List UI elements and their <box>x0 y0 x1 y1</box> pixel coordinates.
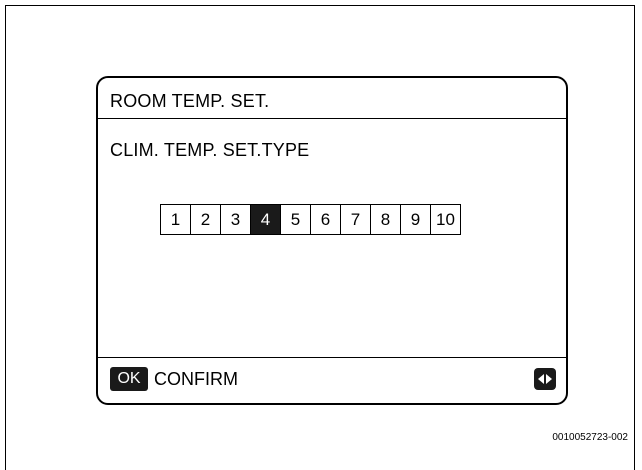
setting-label: CLIM. TEMP. SET.TYPE <box>110 140 310 160</box>
confirm-label: CONFIRM <box>154 369 238 389</box>
option-4[interactable]: 4 <box>250 204 281 235</box>
option-3[interactable]: 3 <box>220 204 251 235</box>
option-5[interactable]: 5 <box>280 204 311 235</box>
option-10[interactable]: 10 <box>430 204 461 235</box>
figure-reference-code: 0010052723-002 <box>552 432 628 443</box>
footer-divider <box>98 357 566 358</box>
left-right-arrows-icon[interactable] <box>534 368 556 390</box>
screen-title: ROOM TEMP. SET. <box>110 91 270 111</box>
option-6[interactable]: 6 <box>310 204 341 235</box>
option-2[interactable]: 2 <box>190 204 221 235</box>
controller-display: ROOM TEMP. SET. CLIM. TEMP. SET.TYPE 123… <box>96 76 568 405</box>
option-7[interactable]: 7 <box>340 204 371 235</box>
option-9[interactable]: 9 <box>400 204 431 235</box>
title-divider <box>98 118 566 119</box>
ok-button[interactable]: OK <box>110 367 148 391</box>
option-1[interactable]: 1 <box>160 204 191 235</box>
option-8[interactable]: 8 <box>370 204 401 235</box>
type-selector[interactable]: 1 2 3 4 5 6 7 8 9 10 <box>160 204 461 235</box>
